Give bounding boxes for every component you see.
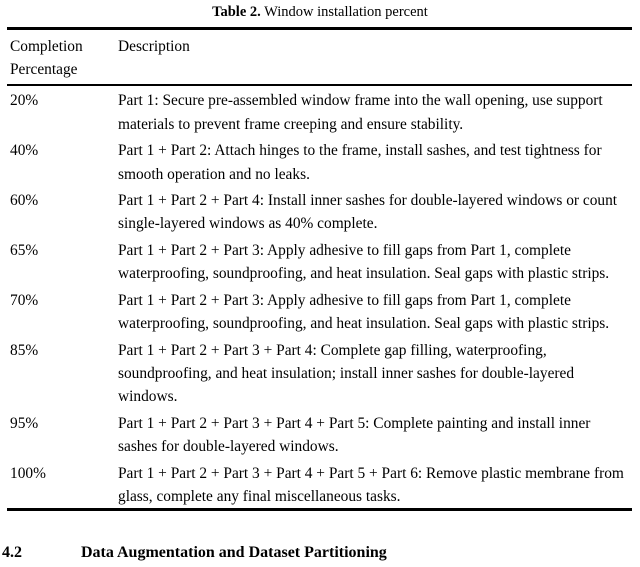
cell-percent: 95%: [10, 415, 39, 433]
header-completion-line1: Completion: [10, 38, 83, 55]
column-header-completion-percentage: Completion Percentage: [7, 30, 118, 84]
installation-percent-table: Completion Percentage Description: [7, 30, 632, 84]
table-bottom-rule: [7, 508, 632, 512]
cell-percent: 40%: [10, 142, 39, 160]
cell-description: Part 1 + Part 2 + Part 3: Apply adhesive…: [118, 292, 610, 333]
table-caption: Table 2. Window installation percent: [0, 0, 640, 22]
cell-percent: 70%: [10, 292, 39, 310]
installation-percent-table-body: 20% Part 1: Secure pre-assembled window …: [7, 86, 632, 508]
header-completion-line2: Percentage: [10, 61, 78, 79]
table-caption-label: Table 2.: [212, 4, 261, 20]
section-title: Data Augmentation and Dataset Partitioni…: [81, 544, 387, 561]
cell-description: Part 1 + Part 2 + Part 3 + Part 4: Compl…: [118, 341, 575, 406]
cell-percent: 100%: [10, 464, 46, 482]
cell-percent: 65%: [10, 242, 39, 260]
cell-description: Part 1 + Part 2 + Part 4: Install inner …: [118, 192, 618, 233]
table-row: 65% Part 1 + Part 2 + Part 3: Apply adhe…: [7, 236, 632, 286]
cell-percent: 85%: [10, 341, 39, 359]
table-header: Completion Percentage Description: [7, 30, 632, 84]
cell-description: Part 1 + Part 2: Attach hinges to the fr…: [118, 142, 602, 183]
table-row: 85% Part 1 + Part 2 + Part 3 + Part 4: C…: [7, 335, 632, 408]
table-2: Completion Percentage Description 20% Pa…: [7, 27, 632, 512]
table-header-row: Completion Percentage Description: [7, 30, 632, 84]
cell-description: Part 1 + Part 2 + Part 3: Apply adhesive…: [118, 242, 610, 283]
cell-percent: 20%: [10, 92, 39, 110]
cell-percent: 60%: [10, 192, 39, 210]
table-row: 20% Part 1: Secure pre-assembled window …: [7, 86, 632, 136]
table-row: 40% Part 1 + Part 2: Attach hinges to th…: [7, 136, 632, 186]
table-row: 70% Part 1 + Part 2 + Part 3: Apply adhe…: [7, 286, 632, 336]
table-row: 100% Part 1 + Part 2 + Part 3 + Part 4 +…: [7, 458, 632, 508]
cell-description: Part 1 + Part 2 + Part 3 + Part 4 + Part…: [118, 415, 591, 456]
document-page: Table 2. Window installation percent Com…: [0, 0, 640, 567]
table-caption-text: Window installation percent: [260, 4, 428, 20]
cell-description: Part 1 + Part 2 + Part 3 + Part 4 + Part…: [118, 464, 624, 506]
column-header-description: Description: [118, 38, 190, 55]
table-row: 60% Part 1 + Part 2 + Part 4: Install in…: [7, 186, 632, 236]
section-number: 4.2: [2, 544, 22, 561]
cell-description: Part 1: Secure pre-assembled window fram…: [118, 92, 603, 133]
table-row: 95% Part 1 + Part 2 + Part 3 + Part 4 + …: [7, 409, 632, 459]
table-body: 20% Part 1: Secure pre-assembled window …: [7, 86, 632, 508]
